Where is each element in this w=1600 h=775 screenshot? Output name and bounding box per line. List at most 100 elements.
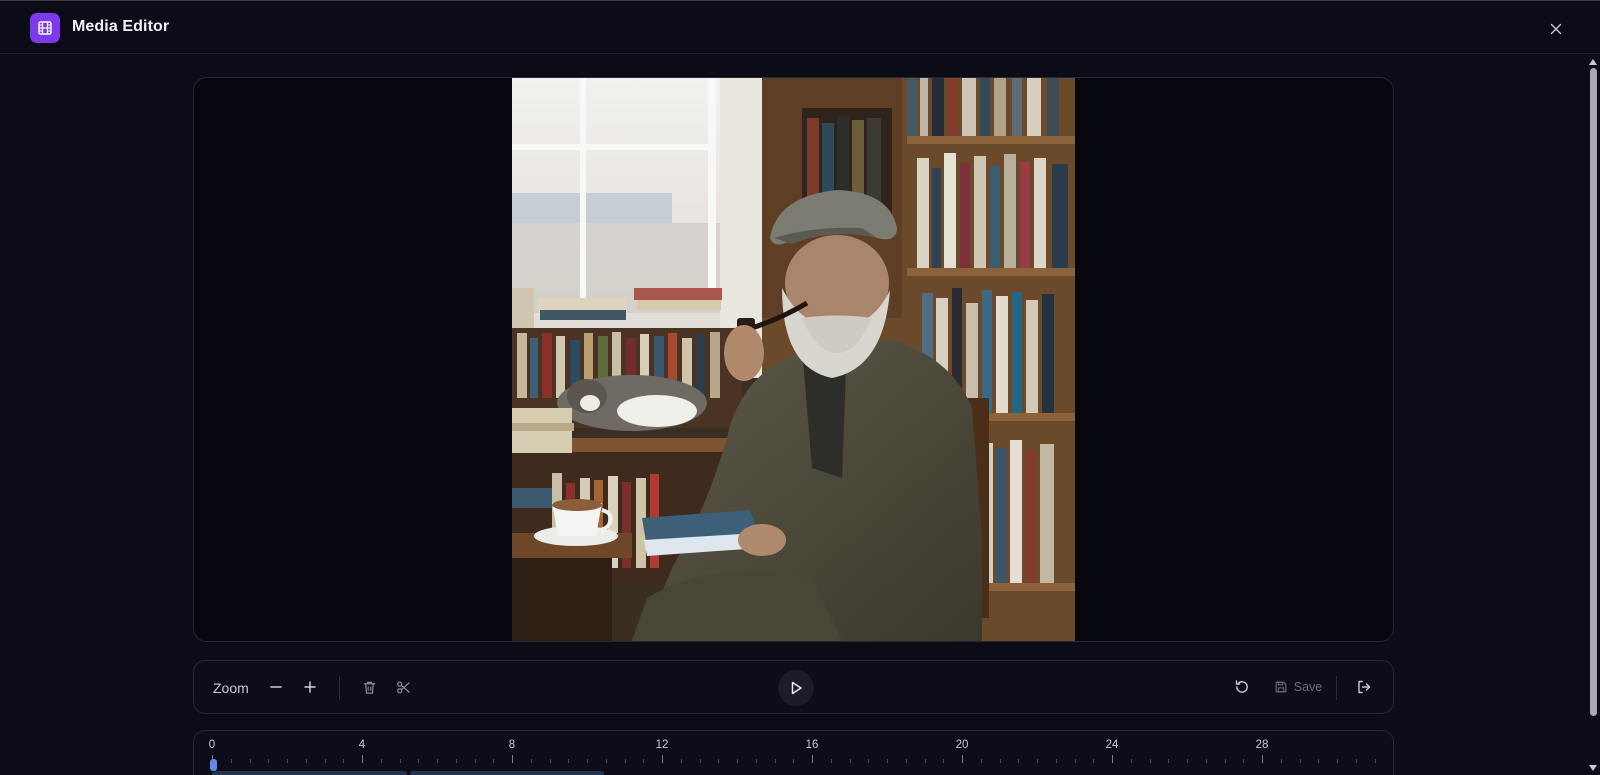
zoom-out-button[interactable] bbox=[264, 675, 288, 699]
log-out-icon bbox=[1358, 680, 1371, 694]
plus-icon bbox=[304, 681, 316, 693]
timeline-minor-tick bbox=[343, 759, 345, 763]
timeline-minor-tick bbox=[530, 759, 532, 763]
timeline-tick-label: 28 bbox=[1255, 739, 1269, 751]
timeline-minor-tick bbox=[268, 759, 270, 763]
timeline-minor-tick bbox=[1018, 759, 1020, 763]
zoom-label: Zoom bbox=[213, 680, 249, 696]
timeline-minor-tick bbox=[249, 759, 251, 763]
timeline-minor-tick bbox=[380, 759, 382, 763]
timeline-minor-tick bbox=[849, 759, 851, 763]
rotate-ccw-icon bbox=[1235, 680, 1248, 693]
timeline-minor-tick bbox=[324, 759, 326, 763]
timeline-minor-tick bbox=[1149, 759, 1151, 763]
timeline-minor-tick bbox=[418, 759, 420, 763]
scroll-up-arrow[interactable] bbox=[1589, 59, 1597, 65]
timeline-minor-tick bbox=[680, 759, 682, 763]
timeline-tick-label: 0 bbox=[208, 739, 216, 751]
timeline[interactable]: 0 4 8 12 16 20 24 28 bbox=[193, 730, 1394, 775]
reset-button[interactable] bbox=[1230, 675, 1254, 699]
timeline-minor-tick bbox=[1280, 759, 1282, 763]
timeline-minor-tick bbox=[305, 759, 307, 763]
close-icon bbox=[1550, 23, 1562, 35]
film-icon bbox=[38, 21, 52, 35]
split-button[interactable] bbox=[391, 675, 415, 699]
app-title: Media Editor bbox=[72, 18, 170, 35]
timeline-tick-label: 16 bbox=[805, 739, 819, 751]
timeline-minor-tick bbox=[924, 759, 926, 763]
timeline-minor-tick bbox=[793, 759, 795, 763]
timeline-minor-tick bbox=[887, 759, 888, 763]
delete-button[interactable] bbox=[357, 675, 381, 699]
timeline-minor-tick bbox=[1299, 759, 1301, 763]
save-button[interactable]: Save bbox=[1262, 674, 1334, 700]
timeline-clip[interactable] bbox=[212, 771, 407, 775]
timeline-minor-tick bbox=[737, 759, 738, 763]
trash-icon bbox=[363, 681, 375, 694]
timeline-major-tick bbox=[1112, 755, 1113, 763]
save-icon bbox=[1275, 681, 1287, 693]
timeline-minor-tick bbox=[774, 759, 776, 763]
timeline-major-tick bbox=[812, 755, 813, 763]
scissors-icon bbox=[396, 681, 410, 693]
timeline-minor-tick bbox=[605, 759, 607, 763]
timeline-tick-label: 24 bbox=[1105, 739, 1119, 751]
save-label: Save bbox=[1293, 680, 1323, 694]
timeline-tick-label: 12 bbox=[655, 739, 669, 751]
timeline-minor-tick bbox=[755, 759, 757, 763]
exit-button[interactable] bbox=[1352, 675, 1376, 699]
timeline-tick-label: 8 bbox=[508, 739, 516, 751]
scroll-down-arrow[interactable] bbox=[1589, 765, 1597, 771]
timeline-minor-tick bbox=[287, 759, 288, 763]
timeline-minor-tick bbox=[1093, 759, 1095, 763]
timeline-minor-tick bbox=[399, 759, 401, 763]
timeline-major-tick bbox=[662, 755, 663, 763]
timeline-minor-tick bbox=[643, 759, 645, 763]
timeline-minor-tick bbox=[943, 759, 945, 763]
timeline-major-tick bbox=[512, 755, 513, 763]
timeline-major-tick bbox=[962, 755, 963, 763]
timeline-minor-tick bbox=[230, 759, 232, 763]
photo-illustration bbox=[512, 78, 1075, 641]
timeline-minor-tick bbox=[980, 759, 982, 763]
timeline-minor-tick bbox=[718, 759, 720, 763]
zoom-in-button[interactable] bbox=[298, 675, 322, 699]
timeline-minor-tick bbox=[1205, 759, 1207, 763]
timeline-minor-tick bbox=[699, 759, 701, 763]
timeline-minor-tick bbox=[905, 759, 907, 763]
timeline-minor-tick bbox=[1355, 759, 1357, 763]
timeline-minor-tick bbox=[587, 759, 588, 763]
toolbar-divider bbox=[1336, 676, 1337, 700]
timeline-minor-tick bbox=[999, 759, 1001, 763]
timeline-major-tick bbox=[1262, 755, 1263, 763]
minus-icon bbox=[270, 686, 282, 688]
timeline-minor-tick bbox=[1224, 759, 1226, 763]
play-button[interactable] bbox=[778, 670, 814, 706]
timeline-clip[interactable] bbox=[410, 771, 604, 775]
timeline-minor-tick bbox=[1055, 759, 1057, 763]
media-image[interactable] bbox=[512, 78, 1075, 641]
timeline-tick-label: 4 bbox=[358, 739, 366, 751]
page-scrollbar[interactable] bbox=[1587, 56, 1600, 775]
media-preview bbox=[193, 77, 1394, 642]
app-logo bbox=[30, 13, 60, 43]
timeline-minor-tick bbox=[1374, 759, 1376, 763]
timeline-minor-tick bbox=[1037, 759, 1038, 763]
timeline-minor-tick bbox=[1168, 759, 1170, 763]
header: Media Editor bbox=[0, 1, 1600, 54]
timeline-minor-tick bbox=[1318, 759, 1320, 763]
timeline-minor-tick bbox=[1187, 759, 1188, 763]
timeline-minor-tick bbox=[493, 759, 495, 763]
timeline-minor-tick bbox=[830, 759, 832, 763]
timeline-minor-tick bbox=[474, 759, 476, 763]
toolbar-divider bbox=[339, 676, 340, 700]
timeline-minor-tick bbox=[455, 759, 457, 763]
scrollbar-thumb[interactable] bbox=[1590, 68, 1597, 716]
timeline-tick-label: 20 bbox=[955, 739, 969, 751]
play-icon bbox=[791, 681, 802, 695]
editor-toolbar: Zoom Save bbox=[193, 660, 1394, 714]
timeline-minor-tick bbox=[624, 759, 626, 763]
timeline-minor-tick bbox=[549, 759, 551, 763]
close-button[interactable] bbox=[1544, 17, 1568, 41]
timeline-minor-tick bbox=[1074, 759, 1076, 763]
